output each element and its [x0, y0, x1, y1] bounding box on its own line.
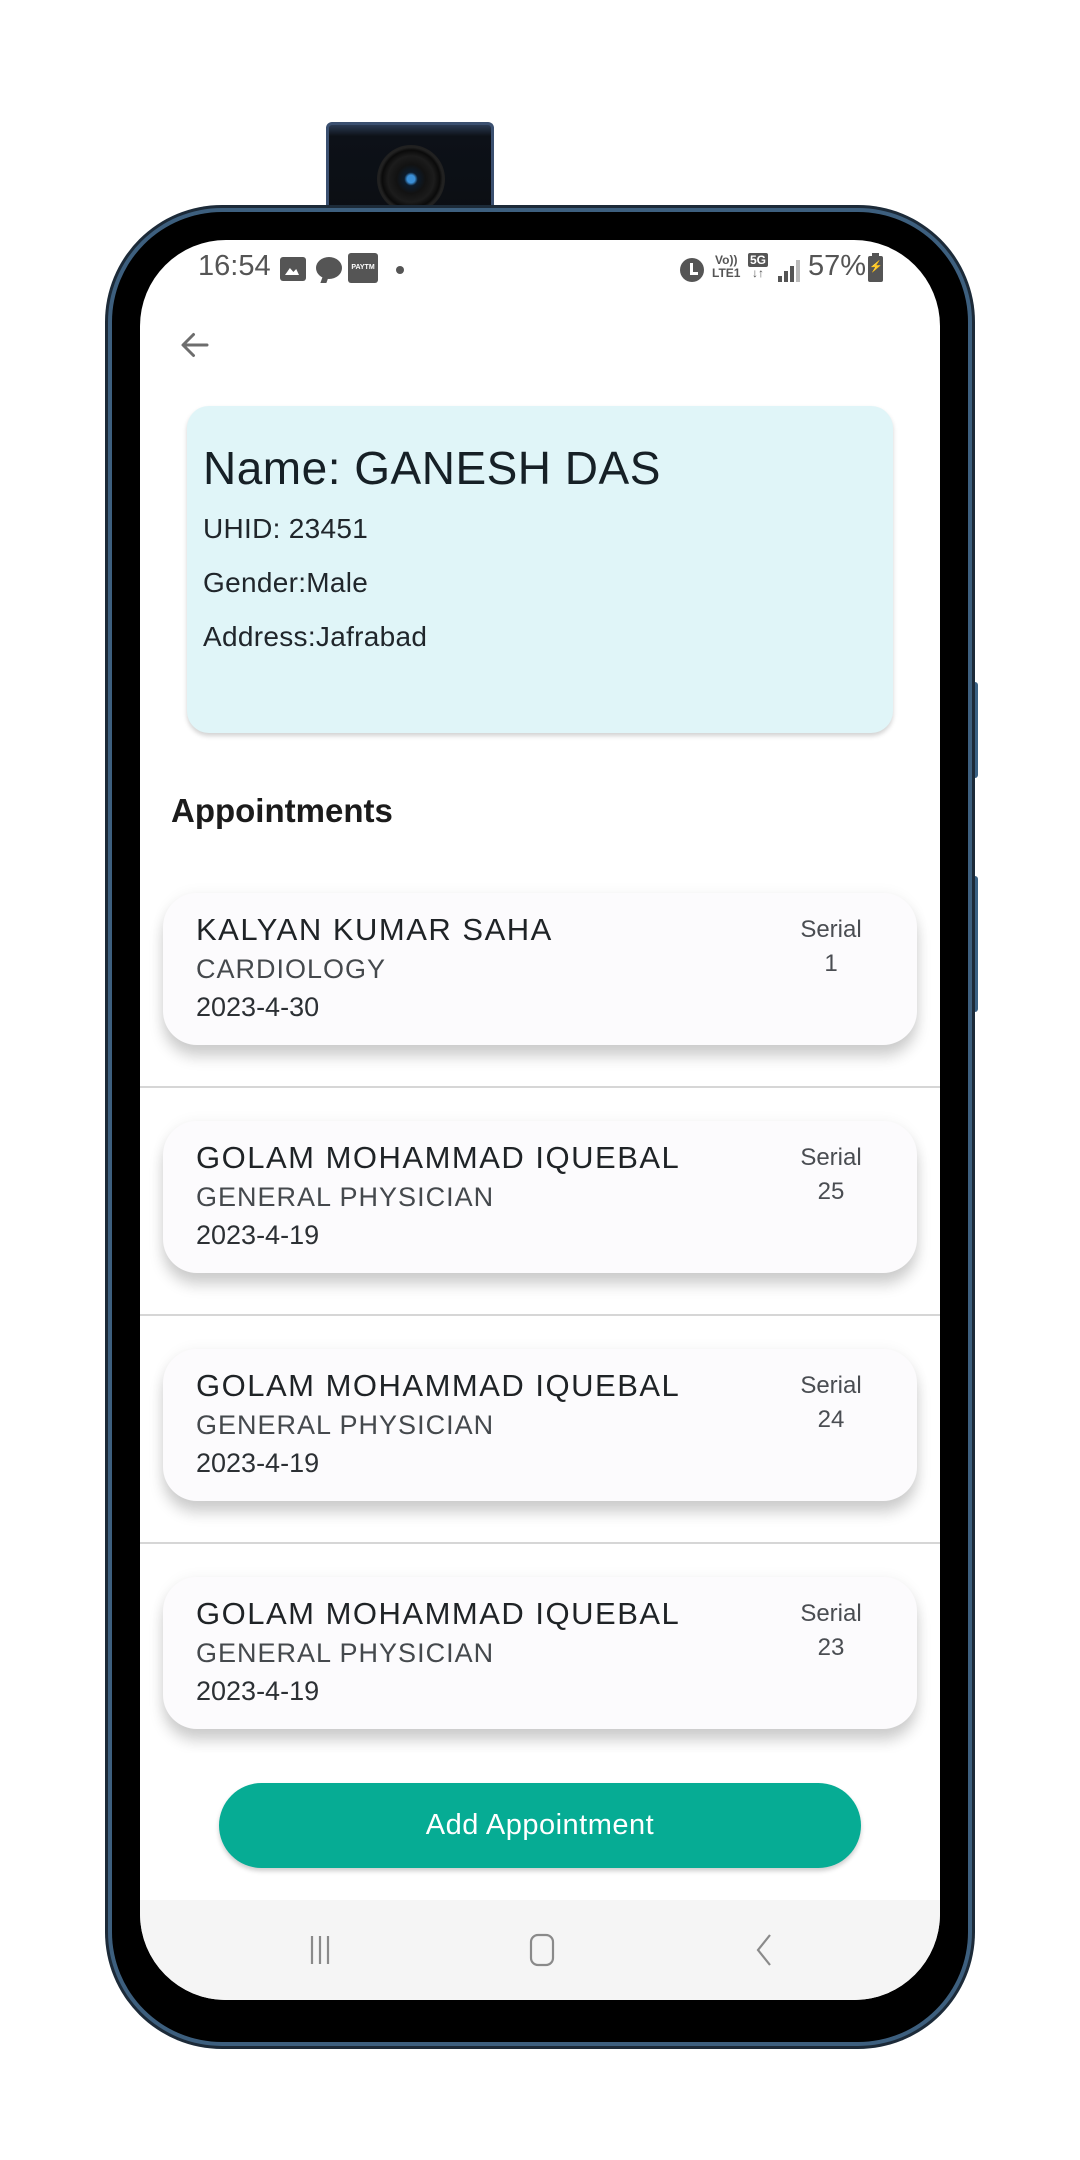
alarm-icon [680, 258, 704, 282]
recent-apps-icon [310, 1936, 330, 1964]
appointment-serial: Serial 25 [791, 1141, 871, 1209]
serial-number: 1 [824, 950, 838, 977]
patient-gender: Gender:Male [203, 567, 369, 598]
appointment-row: GOLAM MOHAMMAD IQUEBAL GENERAL PHYSICIAN… [140, 1088, 940, 1316]
chat-icon [316, 257, 342, 279]
appointment-date: 2023-4-30 [196, 992, 320, 1022]
appointment-serial: Serial 1 [791, 913, 871, 981]
phone-screen: 16:54 PAYTM Vo)) LTE1 5G ↓↑ 57% Name: GA… [140, 240, 940, 2000]
popup-camera [326, 122, 494, 218]
appointment-date: 2023-4-19 [196, 1448, 320, 1478]
back-button[interactable] [170, 320, 220, 370]
home-icon [529, 1933, 555, 1967]
appointment-row: GOLAM MOHAMMAD IQUEBAL GENERAL PHYSICIAN… [140, 1316, 940, 1544]
network-5g-icon: 5G ↓↑ [748, 253, 769, 280]
volte-bottom-label: LTE1 [712, 266, 741, 280]
camera-lens-icon [377, 145, 445, 213]
serial-label: Serial [800, 916, 862, 943]
add-appointment-button[interactable]: Add Appointment [219, 1783, 861, 1868]
status-bar: 16:54 PAYTM Vo)) LTE1 5G ↓↑ 57% [140, 240, 940, 298]
serial-label: Serial [800, 1144, 862, 1171]
patient-name: Name: GANESH DAS [203, 442, 661, 494]
recent-apps-button[interactable] [290, 1928, 350, 1972]
network-arrows-icon: ↓↑ [752, 266, 764, 280]
paytm-icon: PAYTM [348, 253, 378, 283]
serial-number: 24 [817, 1406, 845, 1433]
appointment-card[interactable]: GOLAM MOHAMMAD IQUEBAL GENERAL PHYSICIAN… [163, 1121, 917, 1273]
appointment-card[interactable]: GOLAM MOHAMMAD IQUEBAL GENERAL PHYSICIAN… [163, 1577, 917, 1729]
signal-strength-icon [778, 260, 802, 282]
appointment-row: KALYAN KUMAR SAHA CARDIOLOGY 2023-4-30 S… [140, 860, 940, 1088]
patient-info-card: Name: GANESH DAS UHID: 23451 Gender:Male… [187, 406, 893, 733]
battery-percent: 57% [808, 250, 867, 282]
list-bottom-edge [140, 1753, 940, 1783]
appointment-serial: Serial 24 [791, 1369, 871, 1437]
status-time: 16:54 [198, 250, 271, 282]
arrow-left-icon [181, 333, 209, 357]
system-back-button[interactable] [735, 1928, 795, 1972]
phone-side-button-right-upper [968, 682, 978, 778]
home-button[interactable] [512, 1928, 572, 1972]
gallery-icon [280, 257, 306, 281]
appointment-card[interactable]: KALYAN KUMAR SAHA CARDIOLOGY 2023-4-30 S… [163, 893, 917, 1045]
back-icon [756, 1934, 771, 1966]
volte-top-label: Vo)) [715, 253, 738, 267]
appointment-date: 2023-4-19 [196, 1220, 320, 1250]
appointment-card[interactable]: GOLAM MOHAMMAD IQUEBAL GENERAL PHYSICIAN… [163, 1349, 917, 1501]
serial-number: 23 [817, 1634, 845, 1661]
appointment-serial: Serial 23 [791, 1597, 871, 1665]
serial-label: Serial [800, 1372, 862, 1399]
more-notifications-dot-icon [396, 266, 404, 274]
appointments-heading: Appointments [171, 792, 393, 829]
serial-number: 25 [817, 1178, 845, 1205]
system-nav-bar [140, 1900, 940, 2000]
volte-icon: Vo)) LTE1 [712, 254, 740, 280]
appointment-date: 2023-4-19 [196, 1676, 320, 1706]
patient-uhid: UHID: 23451 [203, 513, 369, 544]
network-type-label: 5G [748, 253, 769, 267]
appointment-row: GOLAM MOHAMMAD IQUEBAL GENERAL PHYSICIAN… [140, 1544, 940, 1772]
battery-charging-icon [868, 253, 883, 282]
patient-address: Address:Jafrabad [203, 621, 428, 652]
serial-label: Serial [800, 1600, 862, 1627]
phone-side-button-right-lower [968, 876, 978, 1012]
